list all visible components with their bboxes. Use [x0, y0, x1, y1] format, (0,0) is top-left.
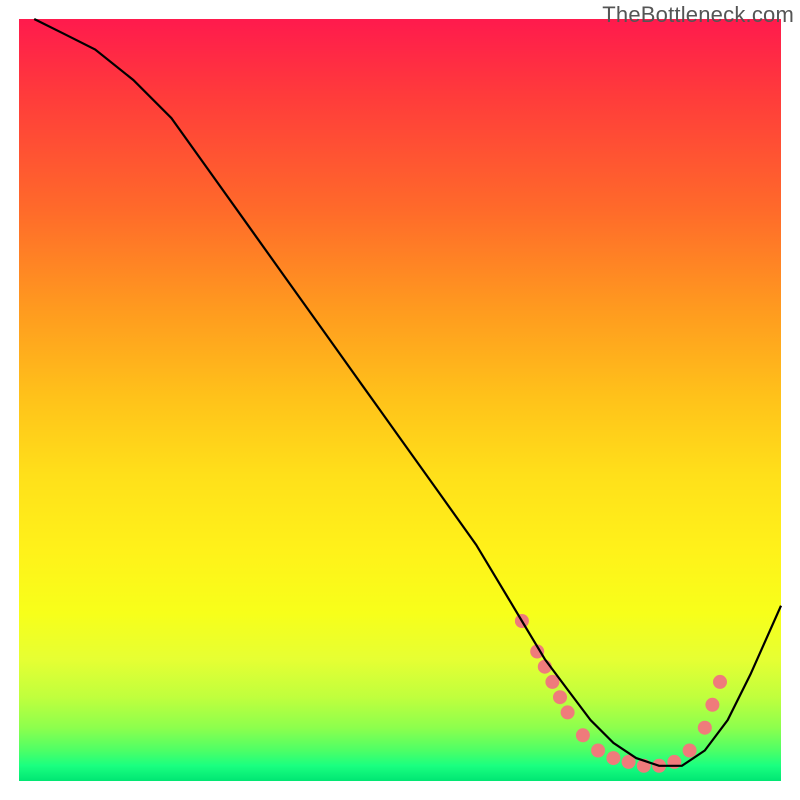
plot-background [19, 19, 781, 781]
watermark-label: TheBottleneck.com [602, 2, 794, 28]
chart-canvas: TheBottleneck.com [0, 0, 800, 800]
